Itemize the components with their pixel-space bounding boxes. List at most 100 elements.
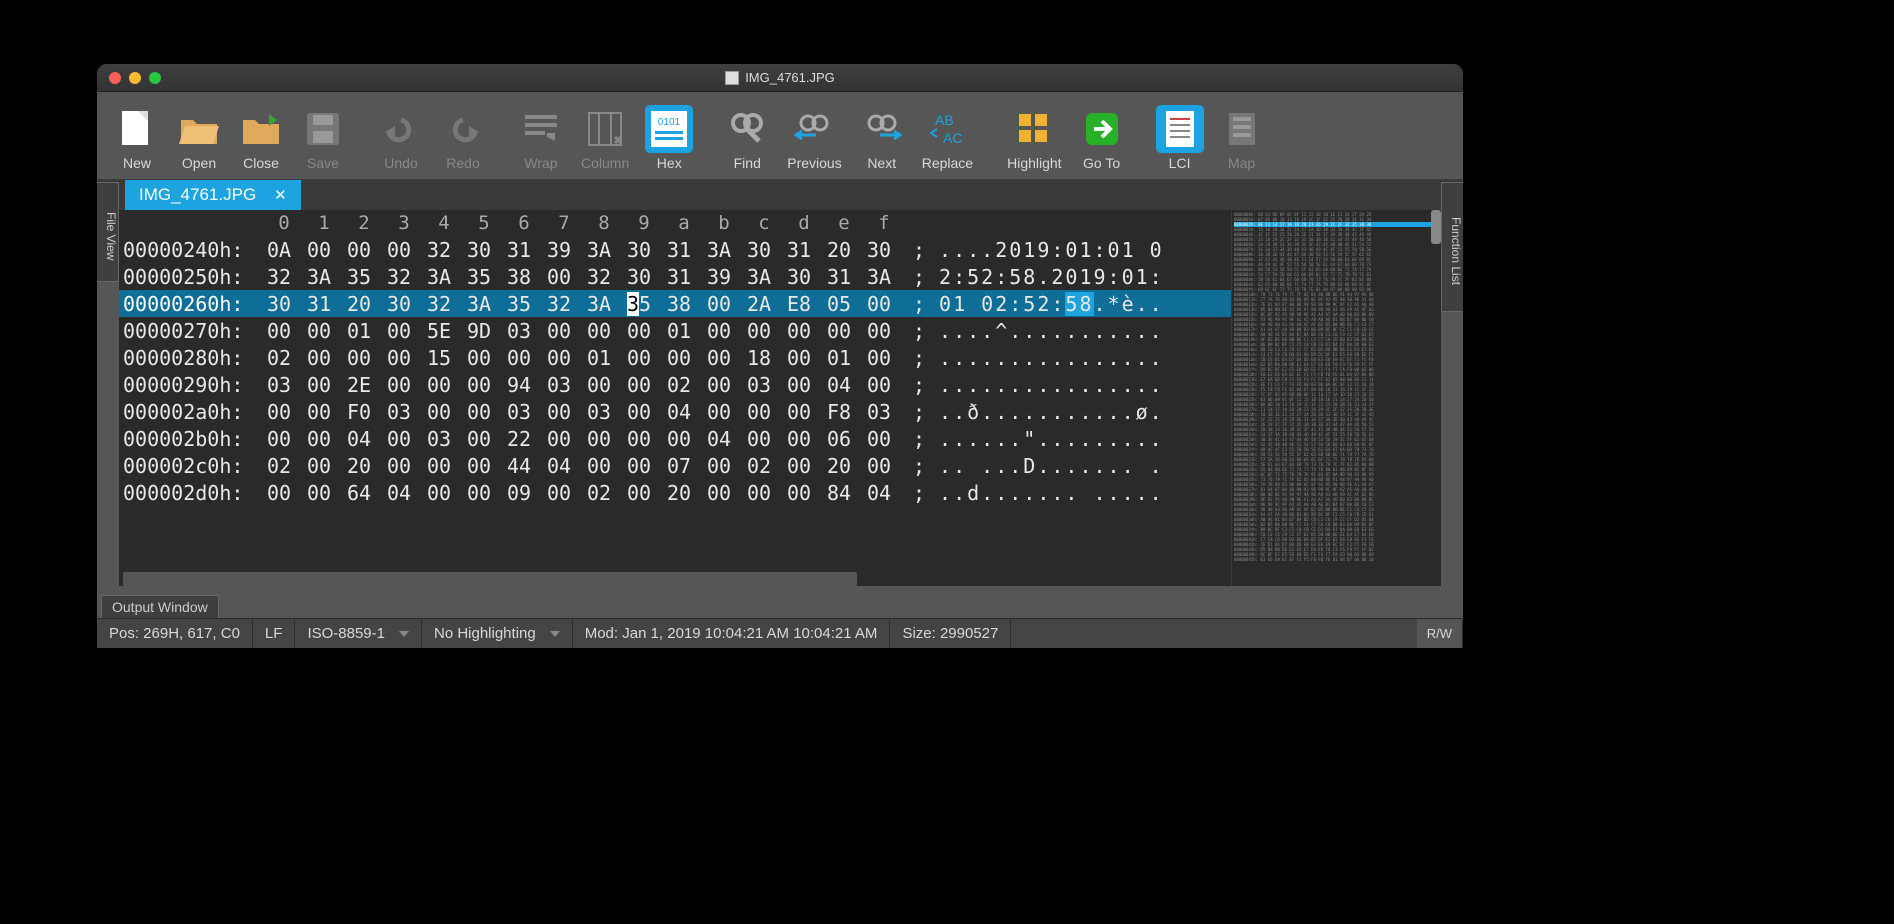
byte-cell[interactable]: 30 xyxy=(739,238,779,262)
byte-cell[interactable]: 32 xyxy=(419,238,459,262)
byte-cell[interactable]: 00 xyxy=(539,265,579,289)
byte-cell[interactable]: 00 xyxy=(419,400,459,424)
hex-row[interactable]: 00000260h:30312030323A35323A3538002AE805… xyxy=(119,290,1231,317)
byte-cell[interactable]: 00 xyxy=(699,292,739,316)
byte-cell[interactable]: 00 xyxy=(699,400,739,424)
hex-rows[interactable]: 00000240h:0A000000323031393A30313A303120… xyxy=(119,236,1231,506)
byte-cell[interactable]: 00 xyxy=(259,319,299,343)
byte-cell[interactable]: 00 xyxy=(459,454,499,478)
horizontal-scrollbar[interactable] xyxy=(123,572,857,586)
tab-close-icon[interactable]: ✕ xyxy=(274,186,287,204)
row-bytes[interactable]: 02002000000044040000070002002000 xyxy=(259,454,899,478)
byte-cell[interactable]: 3A xyxy=(739,265,779,289)
byte-cell[interactable]: E8 xyxy=(779,292,819,316)
map-button[interactable]: Map xyxy=(1212,103,1272,173)
byte-cell[interactable]: 00 xyxy=(379,346,419,370)
byte-cell[interactable]: 00 xyxy=(539,319,579,343)
byte-cell[interactable]: 39 xyxy=(539,238,579,262)
byte-cell[interactable]: 31 xyxy=(299,292,339,316)
byte-cell[interactable]: 00 xyxy=(299,238,339,262)
row-ascii[interactable]: 01 02:52:58.*è.. xyxy=(939,292,1164,316)
byte-cell[interactable]: 00 xyxy=(619,373,659,397)
byte-cell[interactable]: 02 xyxy=(659,373,699,397)
byte-cell[interactable]: 00 xyxy=(459,346,499,370)
status-readwrite[interactable]: R/W xyxy=(1417,619,1463,648)
row-ascii[interactable]: ..ð...........ø. xyxy=(939,400,1164,424)
next-button[interactable]: Next xyxy=(852,103,912,173)
byte-cell[interactable]: 00 xyxy=(739,400,779,424)
row-ascii[interactable]: ......"......... xyxy=(939,427,1164,451)
byte-cell[interactable]: 00 xyxy=(459,481,499,505)
byte-cell[interactable]: 00 xyxy=(579,454,619,478)
byte-cell[interactable]: 00 xyxy=(779,400,819,424)
replace-button[interactable]: ABAC Replace xyxy=(914,103,981,173)
byte-cell[interactable]: 84 xyxy=(819,481,859,505)
highlight-button[interactable]: Highlight xyxy=(999,103,1069,173)
function-list-sidebar[interactable]: Function List xyxy=(1441,182,1463,312)
byte-cell[interactable]: 2E xyxy=(339,373,379,397)
byte-cell[interactable]: 00 xyxy=(259,481,299,505)
byte-cell[interactable]: 03 xyxy=(379,400,419,424)
byte-cell[interactable]: 00 xyxy=(299,373,339,397)
row-bytes[interactable]: 0A000000323031393A30313A30312030 xyxy=(259,238,899,262)
status-encoding[interactable]: ISO-8859-1 xyxy=(295,619,422,648)
row-ascii[interactable]: ................ xyxy=(939,373,1164,397)
byte-cell[interactable]: 32 xyxy=(419,292,459,316)
row-bytes[interactable]: 00006404000009000200200000008404 xyxy=(259,481,899,505)
file-view-sidebar[interactable]: File View xyxy=(97,182,119,282)
byte-cell[interactable]: 64 xyxy=(339,481,379,505)
byte-cell[interactable]: 32 xyxy=(259,265,299,289)
hex-row[interactable]: 00000290h:03002E000000940300000200030004… xyxy=(119,371,1231,398)
hex-row[interactable]: 00000270h:000001005E9D030000000100000000… xyxy=(119,317,1231,344)
byte-cell[interactable]: 00 xyxy=(419,454,459,478)
byte-cell[interactable]: 00 xyxy=(419,373,459,397)
byte-cell[interactable]: 00 xyxy=(739,427,779,451)
byte-cell[interactable]: 00 xyxy=(699,319,739,343)
byte-cell[interactable]: 35 xyxy=(339,265,379,289)
byte-cell[interactable]: 00 xyxy=(299,319,339,343)
byte-cell[interactable]: 3A xyxy=(579,292,619,316)
hex-row[interactable]: 000002a0h:0000F00300000300030004000000F8… xyxy=(119,398,1231,425)
byte-cell[interactable]: 03 xyxy=(259,373,299,397)
minimap-scrollbar[interactable] xyxy=(1431,210,1441,244)
row-ascii[interactable]: ..d....... ..... xyxy=(939,481,1164,505)
byte-cell[interactable]: 00 xyxy=(499,346,539,370)
close-button[interactable]: Close xyxy=(231,103,291,173)
byte-cell[interactable]: 18 xyxy=(739,346,779,370)
byte-cell[interactable]: 00 xyxy=(779,346,819,370)
byte-cell[interactable]: 20 xyxy=(819,238,859,262)
byte-cell[interactable]: 00 xyxy=(379,427,419,451)
find-button[interactable]: Find xyxy=(717,103,777,173)
byte-cell[interactable]: 00 xyxy=(459,373,499,397)
byte-cell[interactable]: 03 xyxy=(419,427,459,451)
byte-cell[interactable]: 00 xyxy=(659,427,699,451)
byte-cell[interactable]: 32 xyxy=(379,265,419,289)
byte-cell[interactable]: 00 xyxy=(339,346,379,370)
byte-cell[interactable]: 03 xyxy=(499,319,539,343)
row-ascii[interactable]: .. ...D....... . xyxy=(939,454,1164,478)
byte-cell[interactable]: 44 xyxy=(499,454,539,478)
byte-cell[interactable]: 00 xyxy=(659,346,699,370)
byte-cell[interactable]: 94 xyxy=(499,373,539,397)
byte-cell[interactable]: 00 xyxy=(579,373,619,397)
new-button[interactable]: New xyxy=(107,103,167,173)
byte-cell[interactable]: 3A xyxy=(299,265,339,289)
previous-button[interactable]: Previous xyxy=(779,103,849,173)
byte-cell[interactable]: 00 xyxy=(299,454,339,478)
byte-cell[interactable]: 04 xyxy=(859,481,899,505)
byte-cell[interactable]: 00 xyxy=(539,481,579,505)
byte-cell[interactable]: 00 xyxy=(259,400,299,424)
byte-cell[interactable]: 00 xyxy=(859,373,899,397)
byte-cell[interactable]: 00 xyxy=(379,373,419,397)
byte-cell[interactable]: 00 xyxy=(859,319,899,343)
zoom-window-button[interactable] xyxy=(149,72,161,84)
row-bytes[interactable]: 02000000150000000100000018000100 xyxy=(259,346,899,370)
byte-cell[interactable]: 00 xyxy=(779,427,819,451)
byte-cell[interactable]: 32 xyxy=(539,292,579,316)
byte-cell[interactable]: 00 xyxy=(619,319,659,343)
byte-cell[interactable]: 00 xyxy=(459,427,499,451)
byte-cell[interactable]: 01 xyxy=(819,346,859,370)
byte-cell[interactable]: 00 xyxy=(459,400,499,424)
status-highlighting[interactable]: No Highlighting xyxy=(422,619,573,648)
byte-cell[interactable]: 20 xyxy=(339,454,379,478)
